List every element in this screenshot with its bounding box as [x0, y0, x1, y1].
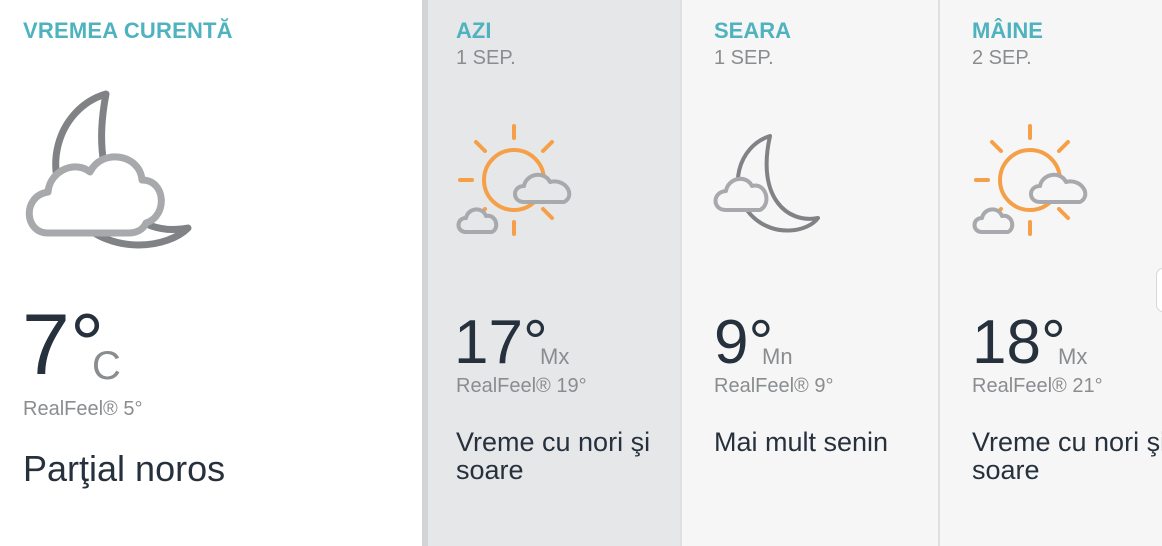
forecast-date: 1 SEP.	[714, 47, 774, 69]
forecast-date: 1 SEP.	[456, 47, 516, 69]
moon-partly-cloudy-icon	[25, 90, 192, 249]
forecast-max-label: Mx	[540, 344, 570, 369]
forecast-condition: Vreme cu nori şi soare	[456, 427, 651, 486]
forecast-card-tomorrow[interactable]: MÂINE 2 SEP. 18° Mx RealFeel® 21° Vreme …	[938, 0, 1162, 546]
forecast-realfeel: RealFeel® 9°	[714, 375, 834, 397]
forecast-card-today[interactable]: AZI 1 SEP. 17° Mx RealFeel® 19° Vreme cu…	[422, 0, 680, 546]
forecast-temperature: 18°	[972, 308, 1066, 377]
current-temperature-unit: C	[92, 344, 121, 388]
current-conditions-panel[interactable]: VREMEA CURENTĂ 7° C RealFeel® 5° Parţial…	[0, 0, 422, 546]
moon-cloud-icon	[713, 134, 820, 233]
next-arrow-button[interactable]	[1156, 268, 1162, 312]
forecast-title: MÂINE	[972, 18, 1043, 43]
forecast-realfeel: RealFeel® 21°	[972, 375, 1103, 397]
forecast-condition: Vreme cu nori şi soare	[972, 427, 1162, 486]
sun-clouds-icon	[456, 124, 572, 236]
forecast-title: AZI	[456, 18, 492, 43]
forecast-date: 2 SEP.	[972, 47, 1032, 69]
forecast-max-label: Mx	[1058, 344, 1088, 369]
current-realfeel: RealFeel® 5°	[23, 398, 143, 420]
forecast-realfeel: RealFeel® 19°	[456, 375, 587, 397]
forecast-condition: Mai mult senin	[714, 427, 889, 457]
current-condition: Parţial noros	[23, 448, 226, 489]
sun-clouds-icon	[972, 124, 1088, 236]
forecast-card-tonight[interactable]: SEARA 1 SEP. 9° Mn RealFeel® 9° Mai mult…	[680, 0, 938, 546]
current-title: VREMEA CURENTĂ	[23, 18, 233, 43]
forecast-temperature: 17°	[454, 308, 548, 377]
forecast-min-label: Mn	[762, 344, 793, 369]
forecast-title: SEARA	[714, 18, 792, 43]
